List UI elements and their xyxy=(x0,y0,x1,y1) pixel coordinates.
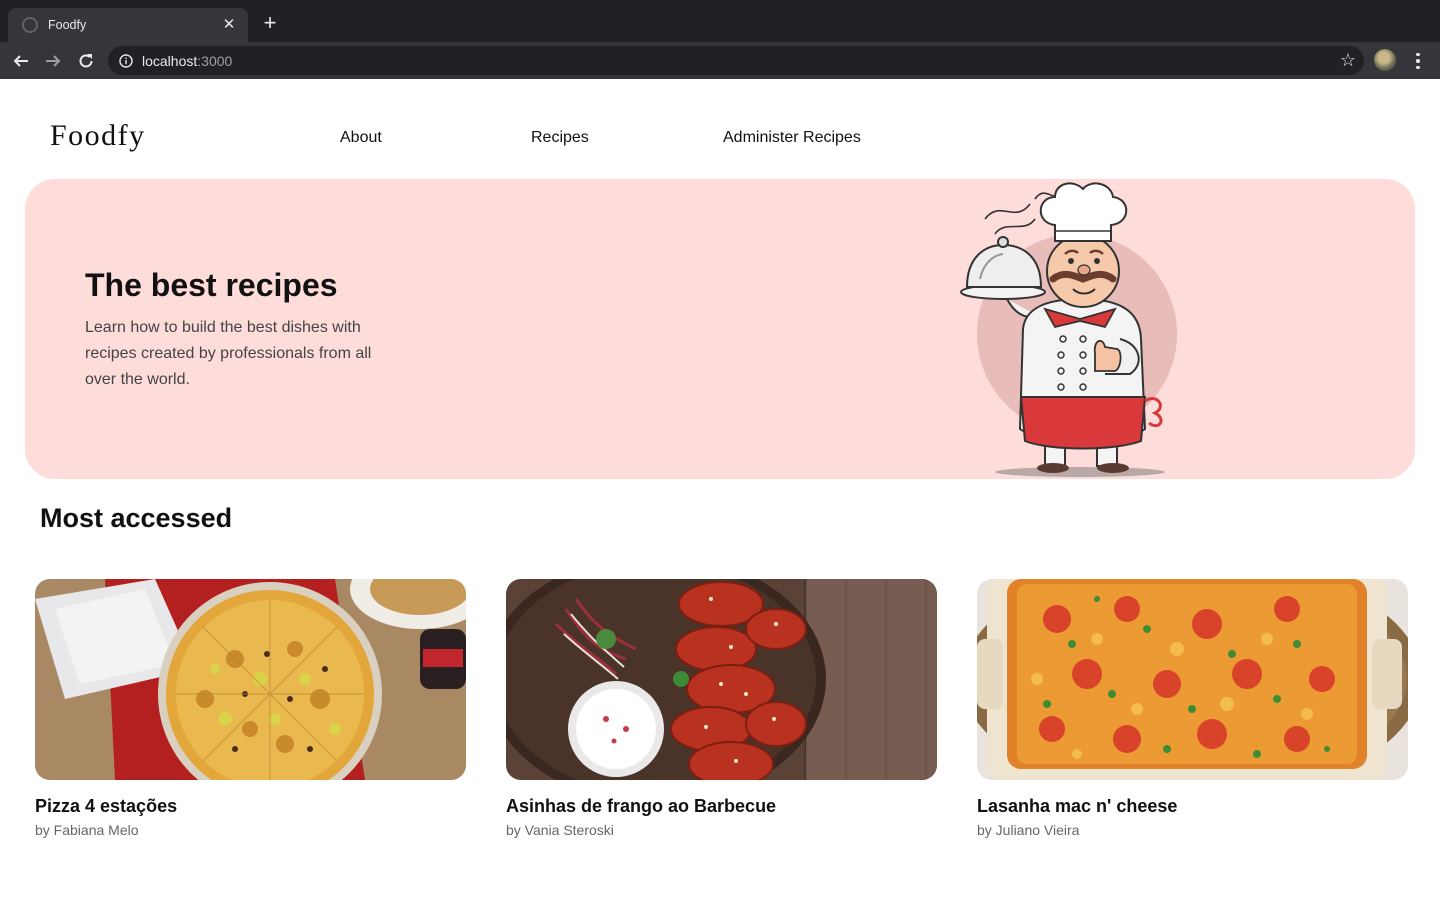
recipe-card[interactable]: Pizza 4 estações by Fabiana Melo xyxy=(35,579,466,849)
recipe-author: by Juliano Vieira xyxy=(977,822,1080,838)
recipe-title[interactable]: Pizza 4 estações xyxy=(35,796,177,817)
nav-link-recipes[interactable]: Recipes xyxy=(531,129,589,147)
info-icon[interactable] xyxy=(118,53,134,69)
recipe-image-mac-and-cheese-lasagna[interactable] xyxy=(977,579,1408,780)
browser-tab-bar: Foodfy ✕ + xyxy=(0,0,1440,42)
nav-link-administer-recipes[interactable]: Administer Recipes xyxy=(723,129,861,147)
browser-toolbar: localhost:3000 ☆ xyxy=(0,42,1440,79)
bookmark-star-icon[interactable]: ☆ xyxy=(1340,50,1356,70)
recipe-author: by Fabiana Melo xyxy=(35,822,139,838)
back-arrow-icon[interactable] xyxy=(8,48,34,74)
recipe-title[interactable]: Asinhas de frango ao Barbecue xyxy=(506,796,776,817)
browser-tab[interactable]: Foodfy ✕ xyxy=(8,8,248,42)
recipe-author: by Vania Steroski xyxy=(506,822,614,838)
site-header: Foodfy About Recipes Administer Recipes xyxy=(0,79,1440,179)
recipe-image-pizza[interactable] xyxy=(35,579,466,780)
reload-icon[interactable] xyxy=(73,48,99,74)
chef-illustration xyxy=(960,182,1177,477)
hero-title: The best recipes xyxy=(85,267,338,303)
more-menu-icon[interactable] xyxy=(1408,48,1428,74)
nav-link-about[interactable]: About xyxy=(340,129,382,147)
hero-banner: The best recipes Learn how to build the … xyxy=(25,179,1415,479)
globe-icon xyxy=(22,17,38,33)
close-icon[interactable]: ✕ xyxy=(220,16,238,34)
new-tab-icon[interactable]: + xyxy=(258,12,282,36)
recipe-image-chicken-wings[interactable] xyxy=(506,579,937,780)
tab-title: Foodfy xyxy=(48,18,87,32)
most-accessed-title: Most accessed xyxy=(40,503,233,533)
url-host: localhost xyxy=(142,52,198,69)
recipe-card[interactable]: Lasanha mac n' cheese by Juliano Vieira xyxy=(977,579,1408,849)
site-logo[interactable]: Foodfy xyxy=(50,119,146,153)
profile-avatar[interactable] xyxy=(1374,49,1396,71)
url-port: :3000 xyxy=(197,52,233,69)
recipe-card[interactable]: Asinhas de frango ao Barbecue by Vania S… xyxy=(506,579,937,849)
forward-arrow-icon[interactable] xyxy=(40,48,66,74)
recipe-title[interactable]: Lasanha mac n' cheese xyxy=(977,796,1177,817)
hero-description: Learn how to build the best dishes with … xyxy=(85,319,372,388)
address-bar[interactable]: localhost:3000 ☆ xyxy=(108,46,1364,75)
